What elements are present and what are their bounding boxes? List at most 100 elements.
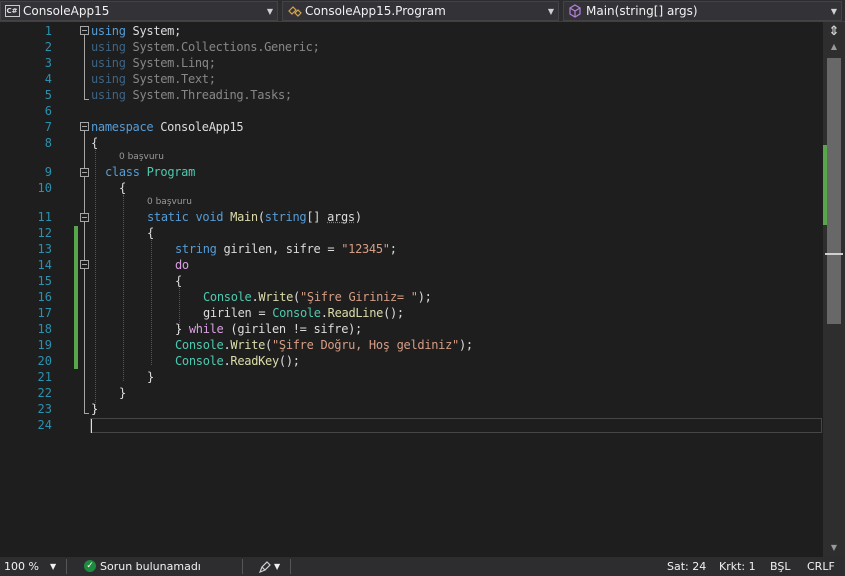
method-icon [567,4,583,18]
navigation-bar: C# ConsoleApp15 ▼ ConsoleApp15.Program ▼… [0,0,845,22]
line-number: 9 [44,165,52,179]
code-line: 18 } while (girilen != sifre); [0,321,823,337]
line-number: 18 [37,322,52,336]
code-line: 14 do [0,257,823,273]
separator [290,559,291,574]
line-number: 17 [37,306,52,320]
code-line: 5 using System.Threading.Tasks; [0,87,823,103]
code-text: { [91,136,98,150]
scroll-down-arrow-icon[interactable]: ▼ [823,541,845,555]
line-number: 16 [37,290,52,304]
chevron-down-icon[interactable]: ▼ [544,7,558,16]
code-text: { [119,181,126,195]
line-number: 15 [37,274,52,288]
code-text: girilen = Console.ReadLine(); [203,306,404,320]
separator [242,559,243,574]
line-number: 3 [44,56,52,70]
code-line: 6 [0,103,823,119]
code-line: 15 { [0,273,823,289]
code-text: do [175,258,189,272]
vertical-scrollbar[interactable]: ⇕ ▲ ▼ [823,22,845,557]
code-line: 2 using System.Collections.Generic; [0,39,823,55]
line-number: 24 [37,418,52,432]
code-text: { [147,226,154,240]
zoom-level[interactable]: 100 % [4,557,39,576]
code-text: static void Main(string[] args) [147,210,362,224]
code-line: 19 Console.Write("Şifre Doğru, Hoş geldi… [0,337,823,353]
check-circle-icon: ✓ [84,560,96,572]
code-text: class Program [105,165,196,179]
code-text: string girilen, sifre = "12345"; [175,242,397,256]
code-text: using System.Threading.Tasks; [91,88,292,102]
codelens-references[interactable]: 0 başvuru [147,197,192,207]
project-dropdown[interactable]: C# ConsoleApp15 ▼ [0,1,278,21]
code-line: 11 static void Main(string[] args) [0,209,823,225]
line-number: 1 [44,24,52,38]
line-number: 8 [44,136,52,150]
code-cleanup-brush-icon[interactable] [258,557,272,576]
code-line: 10 { [0,180,823,196]
code-line: 4 using System.Text; [0,71,823,87]
separator [66,559,67,574]
code-line: 12 { [0,225,823,241]
chevron-down-icon[interactable]: ▼ [263,7,277,16]
line-number: 13 [37,242,52,256]
code-line: 7 namespace ConsoleApp15 [0,119,823,135]
code-line: 13 string girilen, sifre = "12345"; [0,241,823,257]
code-line: 23 } [0,401,823,417]
member-dropdown[interactable]: Main(string[] args) ▼ [563,1,842,21]
type-dropdown-label: ConsoleApp15.Program [305,4,446,18]
line-number: 11 [37,210,52,224]
code-text: { [175,274,182,288]
code-line: 3 using System.Linq; [0,55,823,71]
line-number: 10 [37,181,52,195]
code-text: } [119,386,126,400]
line-number: 5 [44,88,52,102]
line-number: 7 [44,120,52,134]
code-text: } while (girilen != sifre); [175,322,362,336]
chevron-down-icon[interactable]: ▼ [827,7,841,16]
code-line: 20 Console.ReadKey(); [0,353,823,369]
issues-status[interactable]: Sorun bulunamadı [100,557,201,576]
codelens-references[interactable]: 0 başvuru [119,152,164,162]
code-line: 8 { [0,135,823,151]
code-line: 9 class Program [0,164,823,180]
code-line: 16 Console.Write("Şifre Giriniz= "); [0,289,823,305]
code-line: 1 using System; [0,23,823,39]
split-window-icon[interactable]: ⇕ [827,25,841,39]
code-text: namespace ConsoleApp15 [91,120,244,134]
code-line: 22 } [0,385,823,401]
code-line: 21 } [0,369,823,385]
chevron-down-icon[interactable]: ▼ [274,557,280,576]
code-text: Console.Write("Şifre Giriniz= "); [203,290,432,304]
code-text: Console.Write("Şifre Doğru, Hoş geldiniz… [175,338,473,352]
scrollbar-thumb[interactable] [827,58,841,324]
line-number: 23 [37,402,52,416]
line-number: 2 [44,40,52,54]
line-ending-indicator[interactable]: CRLF [807,557,835,576]
csharp-project-icon: C# [4,5,20,17]
line-indicator[interactable]: Sat: 24 [667,557,706,576]
line-number: 22 [37,386,52,400]
code-text: } [91,402,98,416]
code-text: using System.Text; [91,72,216,86]
type-dropdown[interactable]: ConsoleApp15.Program ▼ [282,1,559,21]
code-editor[interactable]: 0 başvuru 0 başvuru 1 using System; 2 us… [0,22,823,557]
line-number: 21 [37,370,52,384]
line-number: 6 [44,104,52,118]
insert-mode-indicator[interactable]: BŞL [770,557,790,576]
line-number: 14 [37,258,52,272]
code-text: using System; [91,24,182,38]
class-icon [286,4,302,18]
code-text: using System.Linq; [91,56,216,70]
chevron-down-icon[interactable]: ▼ [50,557,56,576]
caret-position-marker [825,253,843,255]
scroll-up-arrow-icon[interactable]: ▲ [823,40,845,54]
line-number: 12 [37,226,52,240]
column-indicator[interactable]: Krkt: 1 [719,557,756,576]
line-number: 19 [37,338,52,352]
project-dropdown-label: ConsoleApp15 [23,4,110,18]
code-line: 24 [0,417,823,433]
line-number: 20 [37,354,52,368]
code-text: using System.Collections.Generic; [91,40,320,54]
